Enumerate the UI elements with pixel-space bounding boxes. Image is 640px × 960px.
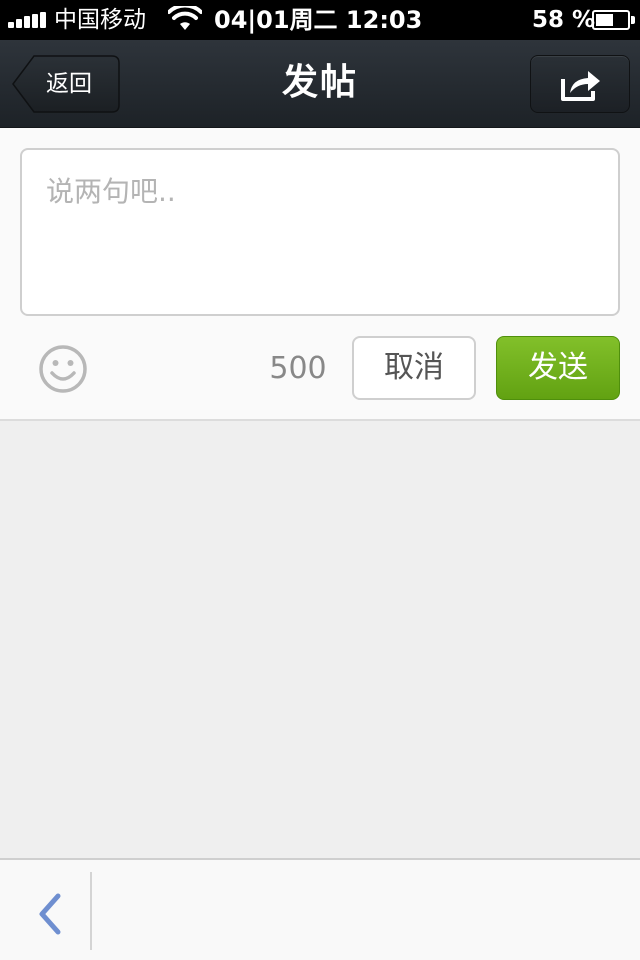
back-button-label: 返回 bbox=[46, 71, 92, 97]
cancel-button[interactable]: 取消 bbox=[352, 336, 476, 400]
share-icon bbox=[561, 71, 600, 101]
wifi-icon bbox=[168, 6, 202, 30]
battery-icon bbox=[592, 10, 636, 30]
battery-percent: 58 % bbox=[532, 7, 596, 33]
share-button[interactable] bbox=[530, 55, 630, 113]
char-counter: 500 bbox=[269, 351, 327, 386]
carrier-name: 中国移动 bbox=[54, 7, 146, 33]
nav-bar: 返回 发帖 bbox=[0, 40, 640, 128]
page-title: 发帖 bbox=[281, 62, 358, 103]
signal-strength-icon bbox=[8, 12, 48, 28]
send-button[interactable]: 发送 bbox=[496, 336, 620, 400]
post-content-input[interactable] bbox=[20, 148, 620, 316]
compose-panel: 500 取消 发送 bbox=[0, 128, 640, 421]
status-bar: 中国移动 04|01周二 12:03 58 % bbox=[0, 0, 640, 40]
status-time: 04|01周二 12:03 bbox=[214, 6, 423, 34]
back-button[interactable]: 返回 bbox=[12, 55, 120, 113]
bottom-toolbar bbox=[0, 858, 640, 960]
chevron-left-icon[interactable] bbox=[20, 890, 70, 938]
smiley-icon[interactable] bbox=[38, 344, 88, 394]
toolbar-divider bbox=[90, 872, 92, 950]
